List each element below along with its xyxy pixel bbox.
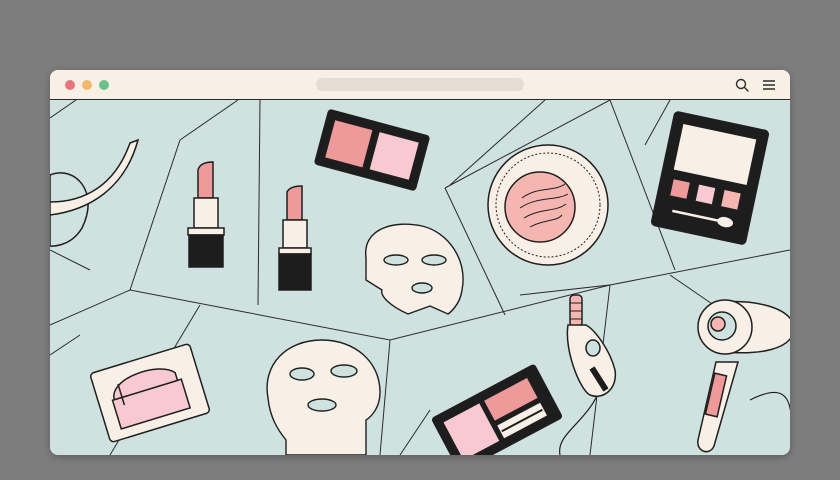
eyeshadow-palette-icon [432,364,562,455]
title-bar [50,70,790,100]
menu-icon[interactable] [761,77,777,93]
browser-window [50,70,790,455]
headband-icon [50,138,140,247]
minimize-dot[interactable] [82,80,92,90]
lipstick-icon [278,185,312,291]
face-mask-sheet-icon [266,339,381,455]
close-dot[interactable] [65,80,75,90]
search-icon[interactable] [734,77,750,93]
eyeshadow-palette-icon [650,111,770,245]
address-bar[interactable] [316,78,524,91]
lipstick-icon [187,161,225,268]
makeup-pad-icon [89,343,211,443]
illustration-canvas [50,99,790,455]
blush-palette-icon [314,109,430,191]
compact-powder-icon [487,144,609,266]
hair-dryer-icon [697,299,790,455]
facial-massager-icon [559,294,617,455]
face-mask-sheet-icon [365,223,464,315]
maximize-dot[interactable] [99,80,109,90]
